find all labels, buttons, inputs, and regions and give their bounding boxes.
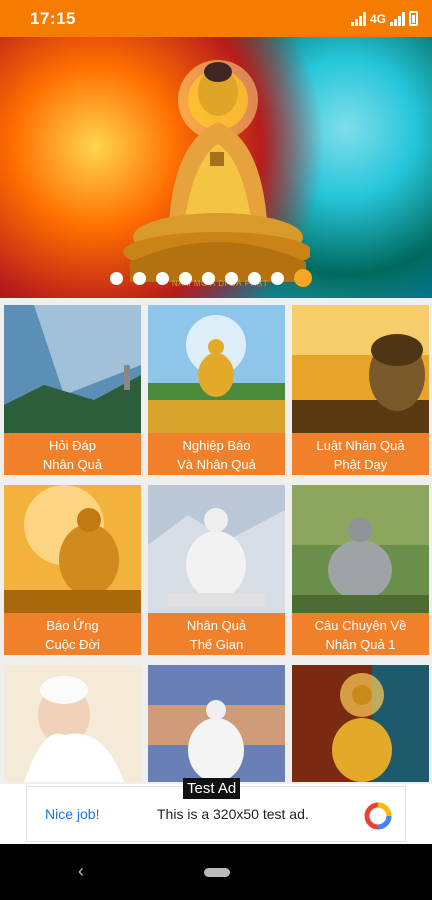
slider-dot[interactable] [133, 271, 146, 285]
guanyin-image [4, 665, 141, 782]
status-time: 17:15 [30, 8, 76, 28]
tile-white-buddha-sky[interactable] [148, 665, 285, 782]
slider-dots [110, 269, 312, 287]
tile-nghiep-bao[interactable]: Nghiệp Báo Và Nhân Quả [148, 305, 285, 475]
tile-cau-chuyen-nhan-qua-1[interactable]: Câu Chuyện Về Nhân Quả 1 [292, 485, 429, 655]
slider-dot[interactable] [225, 271, 238, 285]
buddha-head-image [292, 305, 429, 433]
category-grid: Hỏi Đáp Nhân Quả Nghiệp Báo Và Nhân Quả Lu… [4, 305, 429, 782]
tile-label: Nhân Quả Thế Gian [148, 613, 285, 655]
ad-headline: Nice job! [45, 806, 100, 822]
back-chevron-icon[interactable]: ‹ [78, 861, 84, 882]
signal-icon-2 [390, 11, 405, 26]
ad-banner[interactable]: Test Ad Nice job! This is a 320x50 test … [0, 778, 432, 844]
slider-dot[interactable] [179, 271, 192, 285]
tile-quan-am[interactable] [4, 665, 141, 782]
tile-label: Hỏi Đáp Nhân Quả [4, 433, 141, 475]
slider-dot[interactable] [110, 271, 123, 285]
golden-buddha-image [4, 485, 141, 613]
white-buddha-image [148, 485, 285, 613]
tile-bao-ung-cuoc-doi[interactable]: Báo Ứng Cuộc Đời [4, 485, 141, 655]
stone-buddha-image [292, 485, 429, 613]
tile-label: Câu Chuyện Về Nhân Quả 1 [292, 613, 429, 655]
battery-icon [409, 11, 418, 26]
tile-label: Luật Nhân Quả Phật Dạy [292, 433, 429, 475]
signal-icon [350, 11, 366, 26]
tile-label: Nghiệp Báo Và Nhân Quả [148, 433, 285, 475]
status-icons: 4G [350, 11, 418, 26]
sky-light-image [4, 305, 141, 433]
tile-hoi-dap-nhan-qua[interactable]: Hỏi Đáp Nhân Quả [4, 305, 141, 475]
slider-dot[interactable] [271, 271, 284, 285]
tile-luat-nhan-qua[interactable]: Luật Nhân Quả Phật Dạy [292, 305, 429, 475]
slider-dot[interactable] [156, 271, 169, 285]
tile-label: Báo Ứng Cuộc Đời [4, 613, 141, 655]
buddha-sky-image [148, 665, 285, 782]
network-type: 4G [369, 11, 386, 26]
buddha-image [123, 60, 310, 282]
ad-logo-icon [364, 802, 392, 830]
home-pill-icon[interactable] [204, 868, 230, 877]
tile-amitabha[interactable] [292, 665, 429, 782]
status-bar: 17:15 4G [0, 0, 432, 37]
ad-tag: Test Ad [183, 778, 241, 799]
tile-nhan-qua-the-gian[interactable]: Nhân Quả Thế Gian [148, 485, 285, 655]
slider-dot-active[interactable] [294, 269, 312, 287]
ad-body: This is a 320x50 test ad. [157, 806, 309, 822]
buddha-field-image [148, 305, 285, 433]
amitabha-image [292, 665, 429, 782]
slider-dot[interactable] [248, 271, 261, 285]
system-nav-bar: ‹ [0, 844, 432, 900]
banner-slider[interactable]: NAM MÔ A DI ĐÀ PHẬT [0, 37, 432, 298]
slider-dot[interactable] [202, 271, 215, 285]
